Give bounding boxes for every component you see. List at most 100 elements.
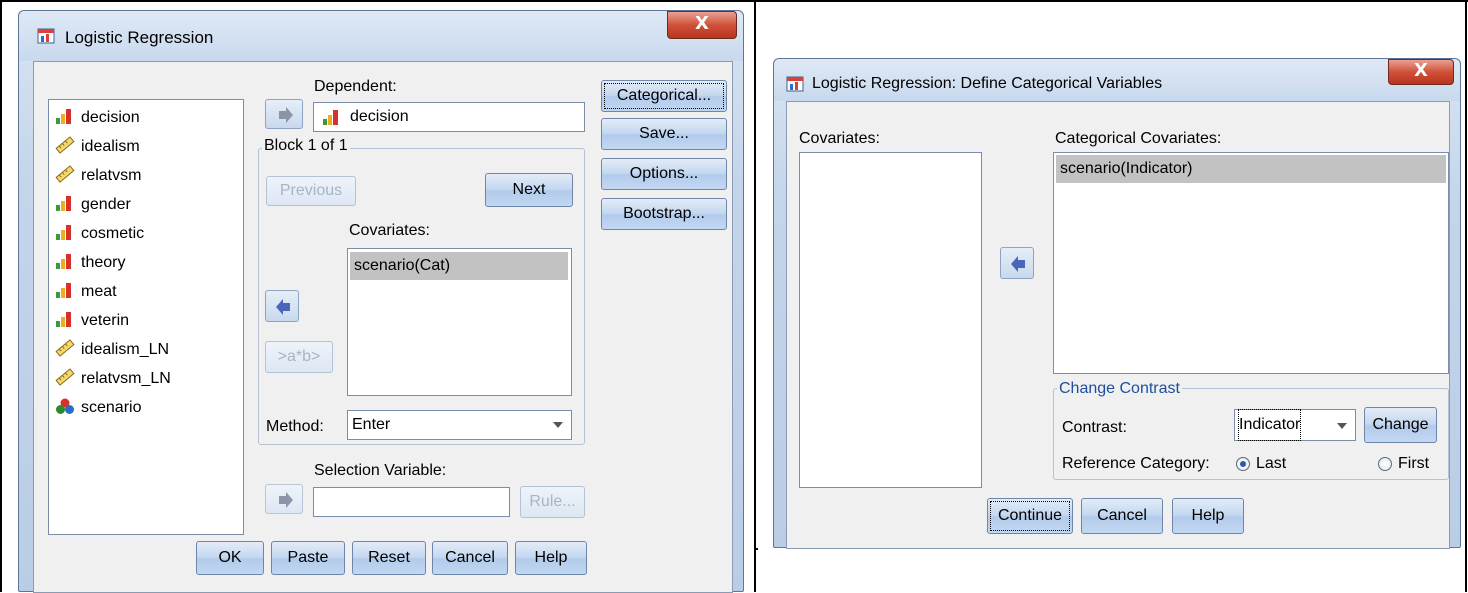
list-item[interactable]: idealism <box>55 133 140 161</box>
list-item[interactable]: relatvsm_LN <box>55 365 171 393</box>
list-item[interactable]: veterin <box>55 307 129 335</box>
variable-list[interactable]: decision idealism relatvsm gender cosmetic th… <box>48 99 244 535</box>
close-icon: X <box>1414 60 1428 81</box>
window-title: Logistic Regression <box>65 28 214 47</box>
composite-border-middle <box>754 548 758 550</box>
method-select[interactable]: Enter <box>347 410 572 440</box>
nominal-icon <box>55 194 75 212</box>
method-label: Method: <box>266 418 324 435</box>
window-title: Logistic Regression: Define Categorical … <box>812 75 1163 92</box>
title-bar[interactable]: Logistic Regression: Define Categorical … <box>774 59 1460 101</box>
cancel-button[interactable]: Cancel <box>432 541 508 575</box>
variable-label: relatvsm <box>81 167 142 184</box>
app-icon <box>37 28 55 44</box>
variable-label: decision <box>81 109 140 126</box>
list-item[interactable]: meat <box>55 278 117 306</box>
options-button[interactable]: Options... <box>601 158 727 190</box>
covariates-label: Covariates: <box>349 222 430 239</box>
arrow-left-icon <box>276 299 290 315</box>
nominal-icon <box>55 252 75 270</box>
first-label[interactable]: First <box>1398 455 1429 473</box>
selection-variable-label: Selection Variable: <box>314 462 447 479</box>
continue-button[interactable]: Continue <box>987 498 1073 534</box>
list-item[interactable]: idealism_LN <box>55 336 169 364</box>
selection-variable-field[interactable] <box>313 487 510 517</box>
nominal-icon <box>55 281 75 299</box>
covariates-label: Covariates: <box>799 130 880 147</box>
scale-icon <box>55 165 75 183</box>
contrast-value: Indicator <box>1237 409 1302 441</box>
dependent-label: Dependent: <box>314 78 397 95</box>
reference-category-label: Reference Category: <box>1062 455 1210 472</box>
help-button[interactable]: Help <box>1172 498 1244 534</box>
variable-label: relatvsm_LN <box>81 370 171 387</box>
categorical-covariates-list[interactable]: scenario(Indicator) <box>1053 152 1449 374</box>
previous-button[interactable]: Previous <box>266 176 356 206</box>
bootstrap-button[interactable]: Bootstrap... <box>601 198 727 230</box>
help-button[interactable]: Help <box>515 541 587 575</box>
variable-label: scenario <box>81 399 142 416</box>
first-radio[interactable] <box>1378 457 1392 471</box>
list-item[interactable]: decision <box>55 104 140 132</box>
categorical-button[interactable]: Categorical... <box>601 80 727 112</box>
list-item[interactable]: scenario(Cat) <box>350 252 568 280</box>
variable-label: meat <box>81 283 117 300</box>
list-item[interactable]: gender <box>55 191 131 219</box>
variable-label: cosmetic <box>81 225 145 242</box>
scale-icon <box>55 368 75 386</box>
title-bar[interactable]: Logistic Regression X <box>19 11 743 61</box>
list-item[interactable]: scenario(Indicator) <box>1056 155 1446 183</box>
next-button[interactable]: Next <box>485 173 573 207</box>
variable-label: idealism <box>81 138 140 155</box>
dialog-client-area: decision idealism relatvsm gender cosmetic th… <box>33 61 733 593</box>
dependent-field[interactable]: decision <box>313 102 585 132</box>
scale-icon <box>55 136 75 154</box>
list-item[interactable]: theory <box>55 249 125 277</box>
categorical-covariates-label: Categorical Covariates: <box>1055 130 1222 147</box>
close-icon: X <box>695 13 709 34</box>
chevron-down-icon <box>1337 423 1347 429</box>
contrast-label: Contrast: <box>1062 419 1127 436</box>
list-item[interactable]: cosmetic <box>55 220 144 248</box>
covariates-list[interactable]: scenario(Cat) <box>347 248 572 396</box>
list-item[interactable]: scenario <box>55 394 141 422</box>
rule-button[interactable]: Rule... <box>520 486 585 518</box>
nominal-icon <box>55 310 75 328</box>
move-to-covariates-button[interactable] <box>265 290 299 322</box>
covariates-list[interactable] <box>799 152 982 488</box>
nominal-icon <box>55 223 75 241</box>
paste-button[interactable]: Paste <box>271 541 345 575</box>
move-to-selection-button[interactable] <box>265 484 303 514</box>
arrow-left-icon <box>1011 256 1025 272</box>
nominal-icon <box>55 107 75 125</box>
variable-label: idealism_LN <box>81 341 170 358</box>
define-categorical-dialog: Logistic Regression: Define Categorical … <box>773 58 1461 549</box>
last-label[interactable]: Last <box>1256 455 1286 473</box>
variable-label: veterin <box>81 312 130 329</box>
composite-divider <box>754 0 756 592</box>
method-value: Enter <box>352 416 391 433</box>
interaction-button[interactable]: >a*b> <box>265 341 333 373</box>
cancel-button[interactable]: Cancel <box>1081 498 1163 534</box>
app-icon <box>786 76 804 92</box>
chevron-down-icon <box>553 422 563 428</box>
move-to-categorical-button[interactable] <box>1000 247 1034 279</box>
composite-border-right <box>1465 0 1467 592</box>
change-button[interactable]: Change <box>1364 407 1437 443</box>
list-item[interactable]: relatvsm <box>55 162 141 190</box>
variable-label: gender <box>81 196 131 213</box>
composite-border-left <box>0 0 2 592</box>
variable-label: theory <box>81 254 126 271</box>
dependent-value: decision <box>350 108 409 125</box>
ok-button[interactable]: OK <box>196 541 264 575</box>
move-to-dependent-button[interactable] <box>265 99 303 129</box>
logistic-regression-dialog: Logistic Regression X decision idealism re… <box>18 10 744 593</box>
reset-button[interactable]: Reset <box>352 541 426 575</box>
close-button[interactable]: X <box>667 11 737 39</box>
last-radio[interactable] <box>1236 457 1250 471</box>
arrow-right-icon <box>279 492 293 508</box>
close-button[interactable]: X <box>1388 59 1454 85</box>
change-contrast-label: Change Contrast <box>1057 380 1182 398</box>
contrast-select[interactable]: Indicator <box>1234 409 1356 441</box>
save-button[interactable]: Save... <box>601 118 727 150</box>
